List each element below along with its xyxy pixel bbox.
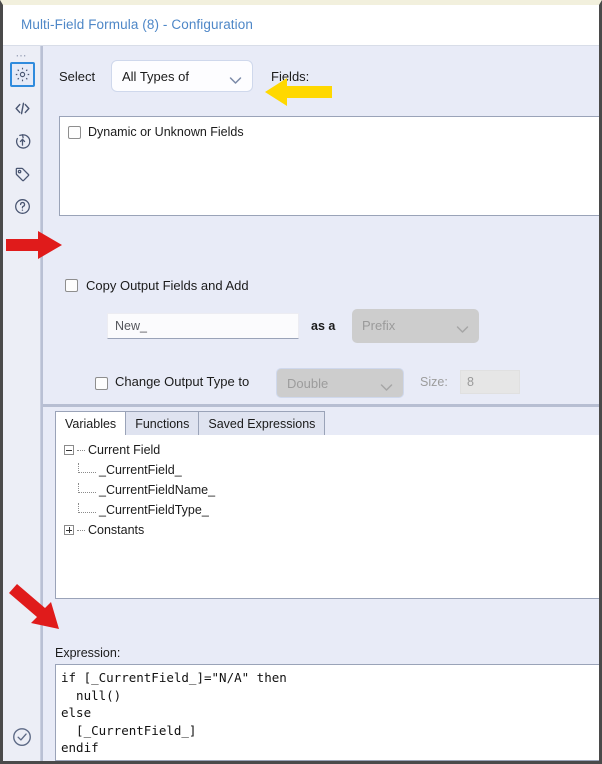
rail-item-help[interactable] xyxy=(10,194,35,219)
tab-saved-expressions-label: Saved Expressions xyxy=(208,417,316,431)
page-title: Multi-Field Formula (8) - Configuration xyxy=(21,17,253,32)
tab-variables-label: Variables xyxy=(65,417,117,431)
rail-item-annotation[interactable] xyxy=(10,162,35,187)
tree-node-currentfield[interactable]: _CurrentField_ xyxy=(64,460,215,480)
tree-node-label: _CurrentFieldType_ xyxy=(99,503,209,517)
check-circle-icon xyxy=(11,728,33,752)
rail-item-xml-view[interactable] xyxy=(10,96,35,121)
tree-node-label: Constants xyxy=(88,523,145,537)
rail-item-configuration[interactable] xyxy=(10,62,35,87)
tree-node-label: _CurrentField_ xyxy=(99,463,182,477)
copy-output-fields-checkbox[interactable] xyxy=(65,279,78,292)
tab-functions[interactable]: Functions xyxy=(125,411,200,435)
rail-item-output-link[interactable] xyxy=(10,129,35,154)
as-a-label: as a xyxy=(311,319,336,333)
tree-connector xyxy=(78,502,96,513)
field-type-dropdown-value: All Types of xyxy=(122,69,189,84)
section-divider xyxy=(43,404,599,407)
new-field-name-value: New_ xyxy=(115,319,147,333)
arrow-in-circle-icon xyxy=(13,132,32,151)
rail-item-status-valid[interactable] xyxy=(11,726,34,749)
size-input[interactable]: 8 xyxy=(460,370,520,394)
code-brackets-icon xyxy=(13,99,32,118)
tab-functions-label: Functions xyxy=(135,417,190,431)
copy-output-fields-row[interactable]: Copy Output Fields and Add xyxy=(65,278,249,293)
change-output-type-label: Change Output Type to xyxy=(115,374,250,389)
chevron-down-icon xyxy=(380,379,393,397)
expand-expander-icon[interactable] xyxy=(64,525,74,535)
change-output-type-checkbox[interactable] xyxy=(95,377,108,390)
fields-label: Fields: xyxy=(271,69,310,84)
rail-overflow-dots[interactable]: ⋯ xyxy=(12,51,32,62)
tree-node-constants[interactable]: Constants xyxy=(64,520,215,540)
size-label: Size: xyxy=(420,375,448,389)
tree-node-label: Current Field xyxy=(88,443,161,457)
left-icon-rail: ⋯ xyxy=(3,46,41,761)
tree-node-currentfieldtype[interactable]: _CurrentFieldType_ xyxy=(64,500,215,520)
size-value: 8 xyxy=(467,375,474,389)
select-label: Select xyxy=(59,69,96,84)
expression-editor[interactable]: if [_CurrentField_]="N/A" then null() el… xyxy=(55,664,599,761)
expression-tabs: Variables Functions Saved Expressions xyxy=(55,411,599,436)
tree-connector xyxy=(78,462,96,473)
list-item-label: Dynamic or Unknown Fields xyxy=(88,125,244,139)
list-item[interactable]: Dynamic or Unknown Fields xyxy=(68,125,244,139)
affix-position-dropdown[interactable]: Prefix xyxy=(352,309,479,343)
tag-icon xyxy=(13,165,32,184)
variables-tree: Current Field _CurrentField_ _CurrentFie… xyxy=(64,440,215,540)
tree-node-label: _CurrentFieldName_ xyxy=(99,483,216,497)
configuration-window: Multi-Field Formula (8) - Configuration … xyxy=(0,0,602,764)
variables-tree-box[interactable]: Current Field _CurrentField_ _CurrentFie… xyxy=(55,435,599,599)
tab-saved-expressions[interactable]: Saved Expressions xyxy=(198,411,326,435)
configuration-panel: Select All Types of Fields: Dynamic or U… xyxy=(41,46,599,761)
collapse-expander-icon[interactable] xyxy=(64,445,74,455)
gear-icon xyxy=(14,66,31,83)
affix-position-value: Prefix xyxy=(362,318,396,333)
output-type-value: Double xyxy=(287,376,329,391)
question-mark-icon xyxy=(13,197,32,216)
tree-connector xyxy=(77,449,85,451)
chevron-down-icon xyxy=(456,321,469,339)
change-output-type-row: Change Output Type to Double Size: 8 xyxy=(95,368,565,401)
expression-text: if [_CurrentField_]="N/A" then null() el… xyxy=(61,670,287,755)
select-fields-row: Select All Types of Fields: xyxy=(53,58,593,100)
output-type-dropdown[interactable]: Double xyxy=(276,368,404,398)
tree-node-current-field[interactable]: Current Field xyxy=(64,440,215,460)
expression-label: Expression: xyxy=(55,646,121,660)
field-type-dropdown[interactable]: All Types of xyxy=(111,60,253,92)
window-titlebar: Multi-Field Formula (8) - Configuration xyxy=(3,5,599,46)
copy-output-fields-label: Copy Output Fields and Add xyxy=(86,278,249,293)
tree-node-currentfieldname[interactable]: _CurrentFieldName_ xyxy=(64,480,215,500)
new-field-name-row: New_ as a Prefix xyxy=(107,309,527,347)
dynamic-unknown-fields-checkbox[interactable] xyxy=(68,125,81,139)
tab-variables[interactable]: Variables xyxy=(55,411,127,435)
tree-connector xyxy=(78,482,96,493)
new-field-name-input[interactable]: New_ xyxy=(107,313,299,339)
chevron-down-icon xyxy=(229,72,242,90)
fields-list-box[interactable]: Dynamic or Unknown Fields xyxy=(59,116,599,216)
tree-connector xyxy=(77,529,85,531)
